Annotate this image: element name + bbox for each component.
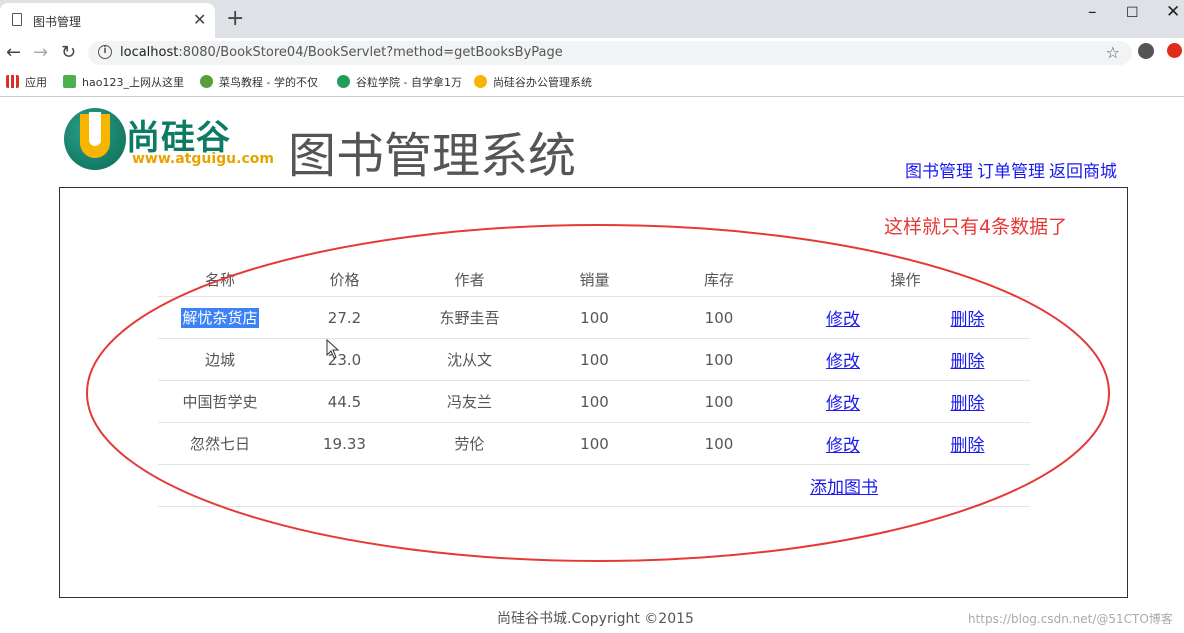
guli-icon bbox=[337, 75, 350, 88]
page-icon bbox=[12, 13, 22, 26]
hao123-icon bbox=[63, 75, 76, 88]
url-text: localhost:8080/BookStore04/BookServlet?m… bbox=[120, 45, 563, 60]
apps-grid-icon bbox=[6, 75, 19, 88]
tab-bar: 图书管理 ✕ + – ☐ ✕ bbox=[0, 0, 1184, 38]
logo-u-icon bbox=[64, 108, 126, 170]
nav-book-manage[interactable]: 图书管理 bbox=[905, 162, 973, 182]
browser-toolbar: ← → ↻ i localhost:8080/BookStore04/BookS… bbox=[0, 38, 1184, 68]
watermark: https://blog.csdn.net/@51CTO博客 bbox=[968, 612, 1173, 626]
nav-order-manage[interactable]: 订单管理 bbox=[977, 162, 1045, 182]
top-nav: 图书管理 订单管理 返回商城 bbox=[905, 157, 1121, 182]
tab-title: 图书管理 bbox=[33, 15, 82, 29]
annotation-ellipse bbox=[86, 224, 1110, 562]
minimize-button[interactable]: – bbox=[1088, 2, 1097, 22]
tab-close-icon[interactable]: ✕ bbox=[193, 10, 206, 29]
nav-back-to-store[interactable]: 返回商城 bbox=[1049, 162, 1117, 182]
bookmarks-bar: 应用 hao123_上网从这里 菜鸟教程 - 学的不仅 谷粒学院 - 自学拿1万… bbox=[0, 68, 1184, 97]
bookmark-atguigu-oa[interactable]: 尚硅谷办公管理系统 bbox=[474, 74, 592, 90]
logo-url: www.atguigu.com bbox=[132, 151, 274, 167]
info-icon[interactable]: i bbox=[98, 45, 112, 59]
atguigu-icon bbox=[474, 75, 487, 88]
page-title: 图书管理系统 bbox=[288, 128, 577, 184]
browser-tab[interactable]: 图书管理 ✕ bbox=[0, 3, 215, 38]
mouse-cursor-icon bbox=[326, 339, 340, 359]
bookmark-star-icon[interactable]: ☆ bbox=[1106, 43, 1120, 62]
new-tab-button[interactable]: + bbox=[226, 6, 244, 31]
runoob-icon bbox=[200, 75, 213, 88]
bookmark-runoob[interactable]: 菜鸟教程 - 学的不仅 bbox=[200, 74, 318, 90]
address-bar[interactable]: i localhost:8080/BookStore04/BookServlet… bbox=[88, 41, 1132, 65]
account-icon[interactable] bbox=[1138, 43, 1154, 59]
footer-copyright: 尚硅谷书城.Copyright ©2015 bbox=[497, 611, 694, 627]
maximize-button[interactable]: ☐ bbox=[1126, 5, 1139, 21]
bookmark-apps[interactable]: 应用 bbox=[6, 74, 47, 90]
reload-button[interactable]: ↻ bbox=[61, 42, 76, 63]
forward-button[interactable]: → bbox=[33, 42, 48, 63]
extension-icon[interactable] bbox=[1167, 43, 1182, 58]
bookmark-guli[interactable]: 谷粒学院 - 自学拿1万 bbox=[337, 74, 462, 90]
window-close-button[interactable]: ✕ bbox=[1166, 2, 1180, 22]
back-button[interactable]: ← bbox=[6, 42, 21, 63]
bookmark-hao123[interactable]: hao123_上网从这里 bbox=[63, 74, 184, 90]
